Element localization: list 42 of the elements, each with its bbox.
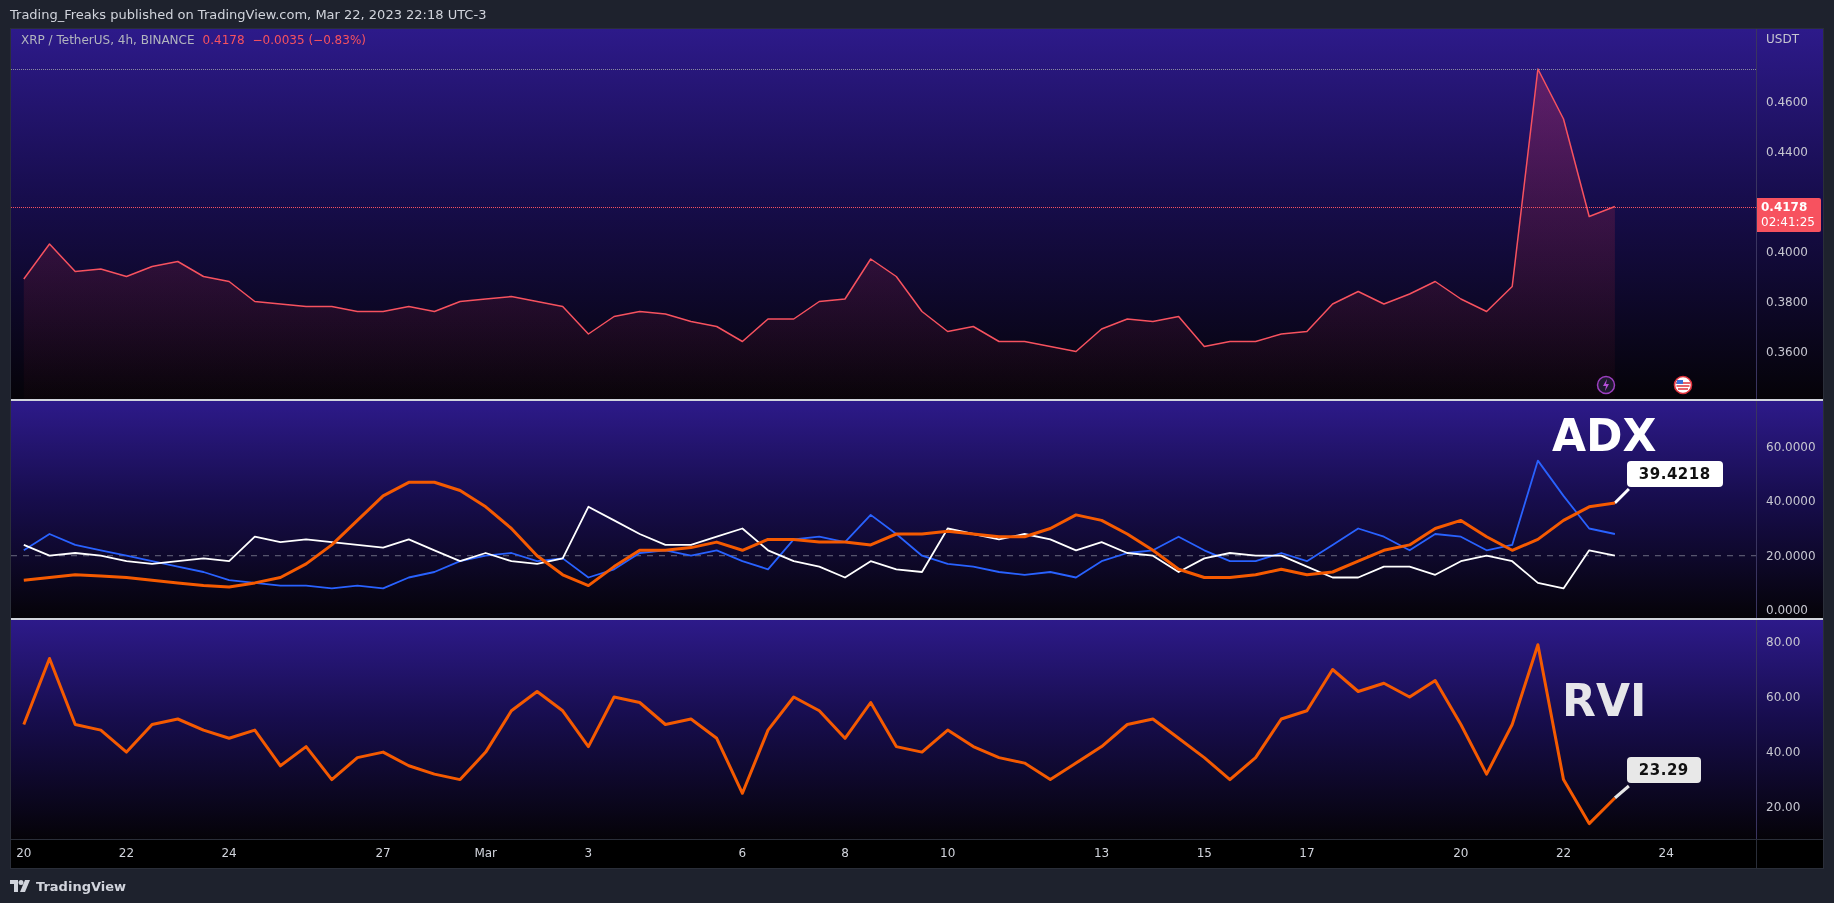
axis-tick-label: 80.00: [1766, 634, 1801, 650]
logo-icon: [10, 880, 30, 892]
axis-tick-label: 0.3600: [1766, 343, 1808, 360]
time-tick-label: 8: [841, 846, 849, 860]
time-tick-label: 24: [221, 846, 237, 860]
time-tick-label: 13: [1094, 846, 1110, 860]
axis-tick-label: 20.0000: [1766, 547, 1816, 564]
price-change: −0.0035 (−0.83%): [252, 33, 366, 47]
flag-icon[interactable]: [1673, 375, 1693, 395]
axis-tick-label: 0.4000: [1766, 243, 1808, 260]
time-tick-label: 15: [1196, 846, 1212, 860]
axis-tick-label: 40.00: [1766, 744, 1801, 761]
time-tick-label: Mar: [474, 846, 498, 860]
time-tick-label: 10: [940, 846, 956, 860]
value-callout: 23.29: [1626, 757, 1701, 783]
axis-tick-label: 60.0000: [1766, 438, 1816, 455]
time-tick-label: 22: [1555, 846, 1572, 860]
time-tick-label: 20: [16, 846, 32, 860]
currency-label: USDT: [1766, 32, 1799, 46]
publish-attribution: Trading_Freaks published on TradingView.com, Mar 22, 2023 22:18 UTC-3: [10, 6, 487, 22]
axis-tick-label: 20.00: [1766, 799, 1801, 816]
time-tick-label: 6: [738, 846, 747, 860]
symbol-title: XRP / TetherUS, 4h, BINANCE: [21, 33, 195, 47]
time-tick-label: 27: [375, 846, 391, 860]
time-tick-label: 22: [118, 846, 135, 860]
axis-tick-label: 0.4400: [1766, 143, 1808, 160]
brand-name: TradingView: [36, 878, 127, 894]
last-price-tag: 0.4178 02:41:25: [1757, 197, 1821, 232]
last-price: 0.4178: [202, 33, 245, 47]
axis-tick-label: 40.0000: [1766, 493, 1816, 510]
axis-tick-label: 60.00: [1766, 689, 1801, 706]
time-tick-label: 17: [1299, 846, 1315, 860]
indicator-label: RVI: [1562, 677, 1647, 725]
axis-tick-label: 0.0000: [1766, 602, 1808, 619]
time-tick-label: 20: [1453, 846, 1469, 860]
time-tick-label: 3: [584, 846, 593, 860]
indicator-label: ADX: [1552, 412, 1657, 460]
time-tick-label: 24: [1658, 846, 1674, 860]
value-callout: 39.4218: [1626, 460, 1723, 487]
lightning-icon[interactable]: [1596, 375, 1616, 395]
axis-tick-label: 0.3800: [1766, 293, 1808, 310]
axis-tick-label: 0.4600: [1766, 93, 1808, 110]
